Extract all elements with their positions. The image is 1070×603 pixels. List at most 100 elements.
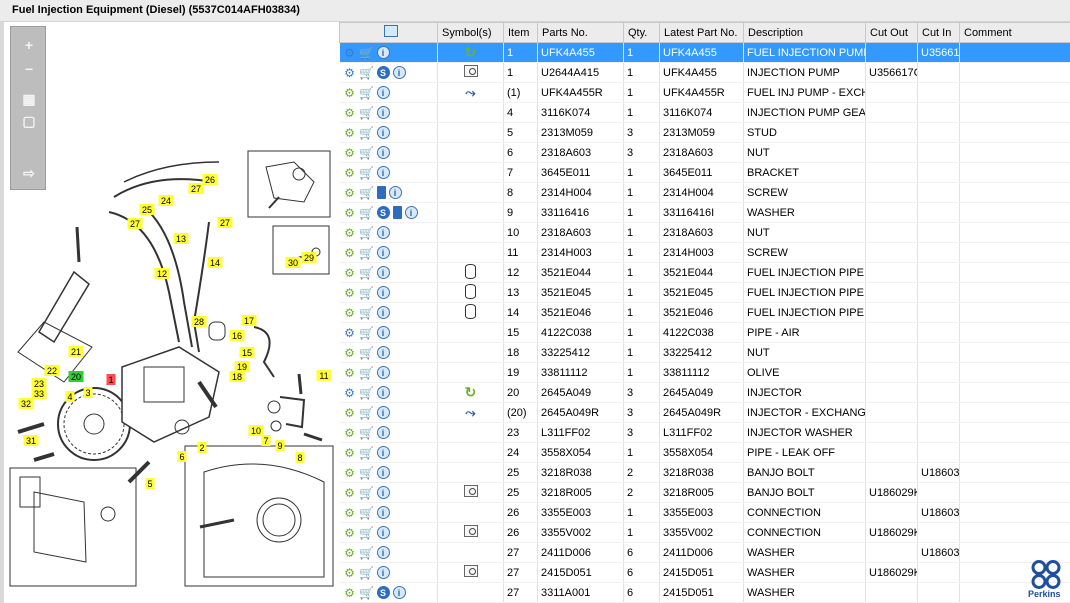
gear-icon[interactable]: ⚙ xyxy=(343,126,357,140)
gear-icon[interactable]: ⚙ xyxy=(343,86,357,100)
cart-icon[interactable]: 🛒 xyxy=(359,206,374,220)
table-row[interactable]: ⚙ 🛒 i 26 3355V002 1 3355V002 CONNECTION U186029K xyxy=(339,522,1070,543)
info-icon[interactable]: i xyxy=(376,286,390,299)
table-row[interactable]: ⚙ 🛒 i 19 33811112 1 33811112 OLIVE xyxy=(339,362,1070,383)
zoom-in-button[interactable]: + xyxy=(19,35,39,55)
gear-link-icon[interactable]: ⚙ xyxy=(343,326,357,340)
callout-10[interactable]: 10 xyxy=(248,425,264,436)
column-header-cut-out[interactable]: Cut Out xyxy=(865,22,918,43)
gear-icon[interactable]: ⚙ xyxy=(343,346,357,360)
table-row[interactable]: ⚙ 🛒 i 25 3218R005 2 3218R005 BANJO BOLT U186029K xyxy=(339,482,1070,503)
callout-30[interactable]: 30 xyxy=(285,257,301,268)
table-row[interactable]: ⚙ 🛒 i 8 2314H004 1 2314H004 SCREW xyxy=(339,182,1070,203)
gear-icon[interactable]: ⚙ xyxy=(343,246,357,260)
cart-icon[interactable]: 🛒 xyxy=(359,186,374,200)
table-row[interactable]: ⚙ 🛒 i ↻ 1 UFK4A455 1 UFK4A455 FUEL INJECTION PUM… xyxy=(339,42,1070,63)
column-header-parts-no[interactable]: Parts No. xyxy=(537,22,624,43)
gear-icon[interactable]: ⚙ xyxy=(343,426,357,440)
exchange-arrow-icon[interactable]: ⤳ xyxy=(465,85,475,100)
table-row[interactable]: ⚙ 🛒 i 15 4122C038 1 4122C038 PIPE - AIR xyxy=(339,322,1070,343)
callout-20[interactable]: 20 xyxy=(68,371,84,382)
info-icon[interactable]: i xyxy=(388,186,402,199)
callout-15[interactable]: 15 xyxy=(239,347,255,358)
cart-icon[interactable]: 🛒 xyxy=(359,326,374,340)
table-row[interactable]: ⚙ 🛒 i 26 3355E003 1 3355E003 CONNECTION U18603 xyxy=(339,502,1070,523)
cart-icon[interactable]: 🛒 xyxy=(359,146,374,160)
cart-icon[interactable]: 🛒 xyxy=(359,566,374,580)
table-row[interactable]: ⚙ 🛒 Si 9 33116416 1 33116416I WASHER xyxy=(339,202,1070,223)
info-icon[interactable]: i xyxy=(376,546,390,559)
column-header-description[interactable]: Description xyxy=(743,22,866,43)
info-icon[interactable]: i xyxy=(404,206,418,219)
table-row[interactable]: ⚙ 🛒 i 14 3521E046 1 3521E046 FUEL INJECTION PIP… xyxy=(339,302,1070,323)
info-icon[interactable]: i xyxy=(376,266,390,279)
callout-13[interactable]: 13 xyxy=(173,233,189,244)
gear-icon[interactable]: ⚙ xyxy=(343,166,357,180)
cart-icon[interactable]: 🛒 xyxy=(359,586,374,600)
info-icon[interactable]: i xyxy=(392,66,406,79)
cart-icon[interactable]: 🛒 xyxy=(359,366,374,380)
callout-29[interactable]: 29 xyxy=(301,252,317,263)
gear-link-icon[interactable]: ⚙ xyxy=(343,66,357,80)
cart-icon[interactable]: 🛒 xyxy=(359,486,374,500)
gear-icon[interactable]: ⚙ xyxy=(343,226,357,240)
reman-cycle-icon[interactable]: ↻ xyxy=(465,44,477,60)
info-icon[interactable]: i xyxy=(376,466,390,479)
callout-7[interactable]: 7 xyxy=(261,435,271,446)
zoom-out-button[interactable]: − xyxy=(19,59,39,79)
gear-icon[interactable]: ⚙ xyxy=(343,506,357,520)
gear-icon[interactable]: ⚙ xyxy=(343,186,357,200)
callout-17[interactable]: 17 xyxy=(241,315,257,326)
table-row[interactable]: ⚙ 🛒 i 23 L311FF02 3 L311FF02 INJECTOR WASHER xyxy=(339,422,1070,443)
callout-5[interactable]: 5 xyxy=(145,478,155,489)
table-row[interactable]: ⚙ 🛒 i ⤳ (20) 2645A049R 3 2645A049R INJECTOR - EX… xyxy=(339,402,1070,423)
callout-22[interactable]: 22 xyxy=(44,365,60,376)
cart-icon[interactable]: 🛒 xyxy=(359,266,374,280)
cart-icon[interactable]: 🛒 xyxy=(359,346,374,360)
callout-3[interactable]: 3 xyxy=(83,387,93,398)
supersession-icon[interactable]: S xyxy=(376,586,390,599)
gear-icon[interactable]: ⚙ xyxy=(343,466,357,480)
callout-6[interactable]: 6 xyxy=(177,451,187,462)
info-icon[interactable]: i xyxy=(376,366,390,379)
column-header-symbols[interactable]: Symbol(s) xyxy=(437,22,504,43)
cart-icon[interactable]: 🛒 xyxy=(359,426,374,440)
column-header-cut-in[interactable]: Cut In xyxy=(917,22,960,43)
table-row[interactable]: ⚙ 🛒 Si 1 U2644A415 1 UFK4A455 INJECTION PUMP U35… xyxy=(339,62,1070,83)
cart-icon[interactable]: 🛒 xyxy=(359,166,374,180)
gear-icon[interactable]: ⚙ xyxy=(343,526,357,540)
callout-1[interactable]: 1 xyxy=(106,374,116,385)
table-row[interactable]: ⚙ 🛒 i 27 2411D006 6 2411D006 WASHER U18603 xyxy=(339,542,1070,563)
cart-icon[interactable]: 🛒 xyxy=(359,86,374,100)
export-button[interactable]: ⇨ xyxy=(19,163,39,183)
illustration-icon[interactable] xyxy=(463,525,478,537)
gear-icon[interactable]: ⚙ xyxy=(343,306,357,320)
callout-27[interactable]: 27 xyxy=(188,183,204,194)
cart-icon[interactable]: 🛒 xyxy=(359,406,374,420)
search-icon[interactable] xyxy=(383,25,398,37)
column-header-item[interactable]: Item xyxy=(503,22,538,43)
info-icon[interactable]: i xyxy=(376,126,390,139)
reman-cycle-icon[interactable]: ↻ xyxy=(465,384,477,400)
info-icon[interactable]: i xyxy=(376,526,390,539)
info-icon[interactable]: i xyxy=(376,446,390,459)
callout-21[interactable]: 21 xyxy=(68,346,84,357)
callout-11[interactable]: 11 xyxy=(316,370,332,381)
table-row[interactable]: ⚙ 🛒 i 27 2415D051 6 2415D051 WASHER U186029K xyxy=(339,562,1070,583)
book-icon[interactable] xyxy=(392,206,402,219)
gear-icon[interactable]: ⚙ xyxy=(343,366,357,380)
column-header-qty[interactable]: Qty. xyxy=(623,22,660,43)
gear-icon[interactable]: ⚙ xyxy=(343,406,357,420)
callout-4[interactable]: 4 xyxy=(65,391,75,402)
column-header-latest-part[interactable]: Latest Part No. xyxy=(659,22,744,43)
callout-2[interactable]: 2 xyxy=(197,442,207,453)
cart-icon[interactable]: 🛒 xyxy=(359,246,374,260)
reset-view-button[interactable]: ▢ xyxy=(19,111,39,131)
book-icon[interactable] xyxy=(376,186,386,199)
callout-28[interactable]: 28 xyxy=(191,316,207,327)
gear-icon[interactable]: ⚙ xyxy=(343,566,357,580)
info-icon[interactable]: i xyxy=(376,226,390,239)
callout-32[interactable]: 32 xyxy=(18,398,34,409)
info-icon[interactable]: i xyxy=(376,166,390,179)
gear-icon[interactable]: ⚙ xyxy=(343,286,357,300)
